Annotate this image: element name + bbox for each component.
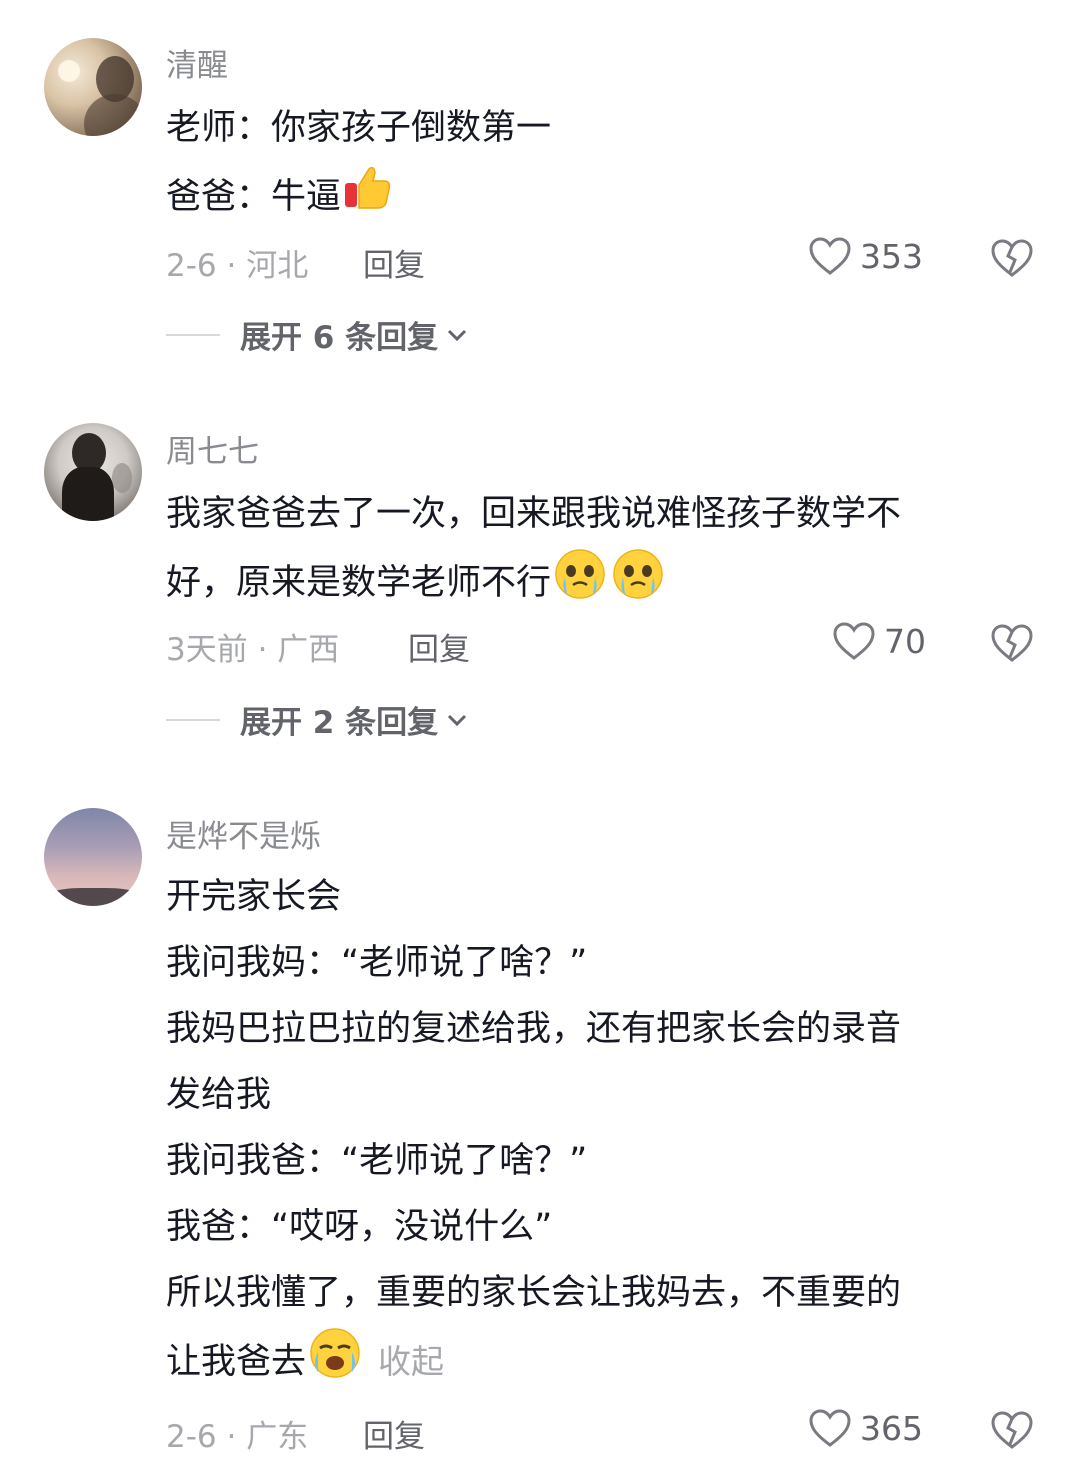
expand-replies-label: 展开 2 条回复 — [240, 705, 439, 741]
expand-replies[interactable]: 展开 2 条回复 — [166, 697, 468, 742]
comment-meta: 2-6 · 河北 — [166, 248, 309, 284]
comment-line: 我家爸爸去了一次，回来跟我说难怪孩子数学不 — [166, 494, 902, 534]
comment-line: 开完家长会 — [166, 877, 342, 917]
comment-line: 我问我爸：“老师说了啥？” — [166, 1141, 588, 1181]
username[interactable]: 周七七 — [166, 426, 259, 471]
comment-line: 让我爸去 收起 — [166, 1326, 1026, 1400]
dislike-button[interactable] — [990, 1410, 1034, 1454]
username[interactable]: 是烨不是烁 — [166, 811, 321, 856]
reply-button[interactable]: 回复 — [408, 624, 470, 669]
like-count: 70 — [884, 621, 926, 661]
like-count: 365 — [860, 1408, 923, 1448]
dislike-button[interactable] — [990, 623, 1034, 667]
comment-line: 爸爸：牛逼 — [166, 161, 1026, 235]
comment-line: 发给我 — [166, 1075, 272, 1115]
heart-outline-icon — [809, 1409, 851, 1447]
like-count: 353 — [860, 236, 923, 276]
heart-outline-icon — [809, 237, 851, 275]
avatar[interactable] — [44, 38, 142, 136]
dislike-button[interactable] — [990, 238, 1034, 282]
like-button[interactable]: 365 — [808, 1408, 923, 1448]
divider — [166, 333, 220, 336]
expand-replies[interactable]: 展开 6 条回复 — [166, 312, 468, 357]
avatar[interactable] — [44, 808, 142, 906]
comment-line: 我问我妈：“老师说了啥？” — [166, 943, 588, 983]
broken-heart-icon — [991, 239, 1033, 277]
comment-meta: 2-6 · 广东 — [166, 1419, 309, 1455]
comment-line: 我妈巴拉巴拉的复述给我，还有把家长会的录音 — [166, 1009, 902, 1049]
like-button[interactable]: 70 — [832, 621, 926, 661]
thumbs-up-emoji — [341, 161, 393, 235]
comment-text: 我家爸爸去了一次，回来跟我说难怪孩子数学不 好，原来是数学老师不行 — [166, 481, 1026, 621]
broken-heart-icon — [991, 1411, 1033, 1449]
crying-emoji — [609, 547, 667, 621]
comment-text: 老师：你家孩子倒数第一 爸爸：牛逼 — [166, 95, 1026, 235]
collapse-button[interactable]: 收起 — [378, 1342, 444, 1381]
username[interactable]: 清醒 — [166, 40, 228, 85]
heart-outline-icon — [833, 622, 875, 660]
avatar[interactable] — [44, 423, 142, 521]
broken-heart-icon — [991, 624, 1033, 662]
comment-line: 我爸：“哎呀，没说什么” — [166, 1207, 553, 1247]
expand-replies-label: 展开 6 条回复 — [240, 320, 439, 356]
comment-line: 好，原来是数学老师不行 — [166, 547, 1026, 621]
comment-line: 老师：你家孩子倒数第一 — [166, 108, 552, 148]
crying-emoji — [551, 547, 609, 621]
crying-emoji — [306, 1326, 364, 1400]
like-button[interactable]: 353 — [808, 236, 923, 276]
comment-line-text: 好，原来是数学老师不行 — [166, 563, 552, 603]
comment-meta: 3天前 · 广西 — [166, 632, 340, 668]
comment-text: 开完家长会 我问我妈：“老师说了啥？” 我妈巴拉巴拉的复述给我，还有把家长会的录… — [166, 864, 1026, 1400]
chevron-down-icon — [448, 714, 467, 726]
comment-line-text: 让我爸去 — [166, 1342, 307, 1382]
divider — [166, 718, 220, 721]
reply-button[interactable]: 回复 — [363, 240, 425, 285]
comment-line: 所以我懂了，重要的家长会让我妈去，不重要的 — [166, 1273, 902, 1313]
reply-button[interactable]: 回复 — [363, 1411, 425, 1456]
chevron-down-icon — [448, 329, 467, 341]
comment-line-text: 爸爸：牛逼 — [166, 177, 342, 217]
